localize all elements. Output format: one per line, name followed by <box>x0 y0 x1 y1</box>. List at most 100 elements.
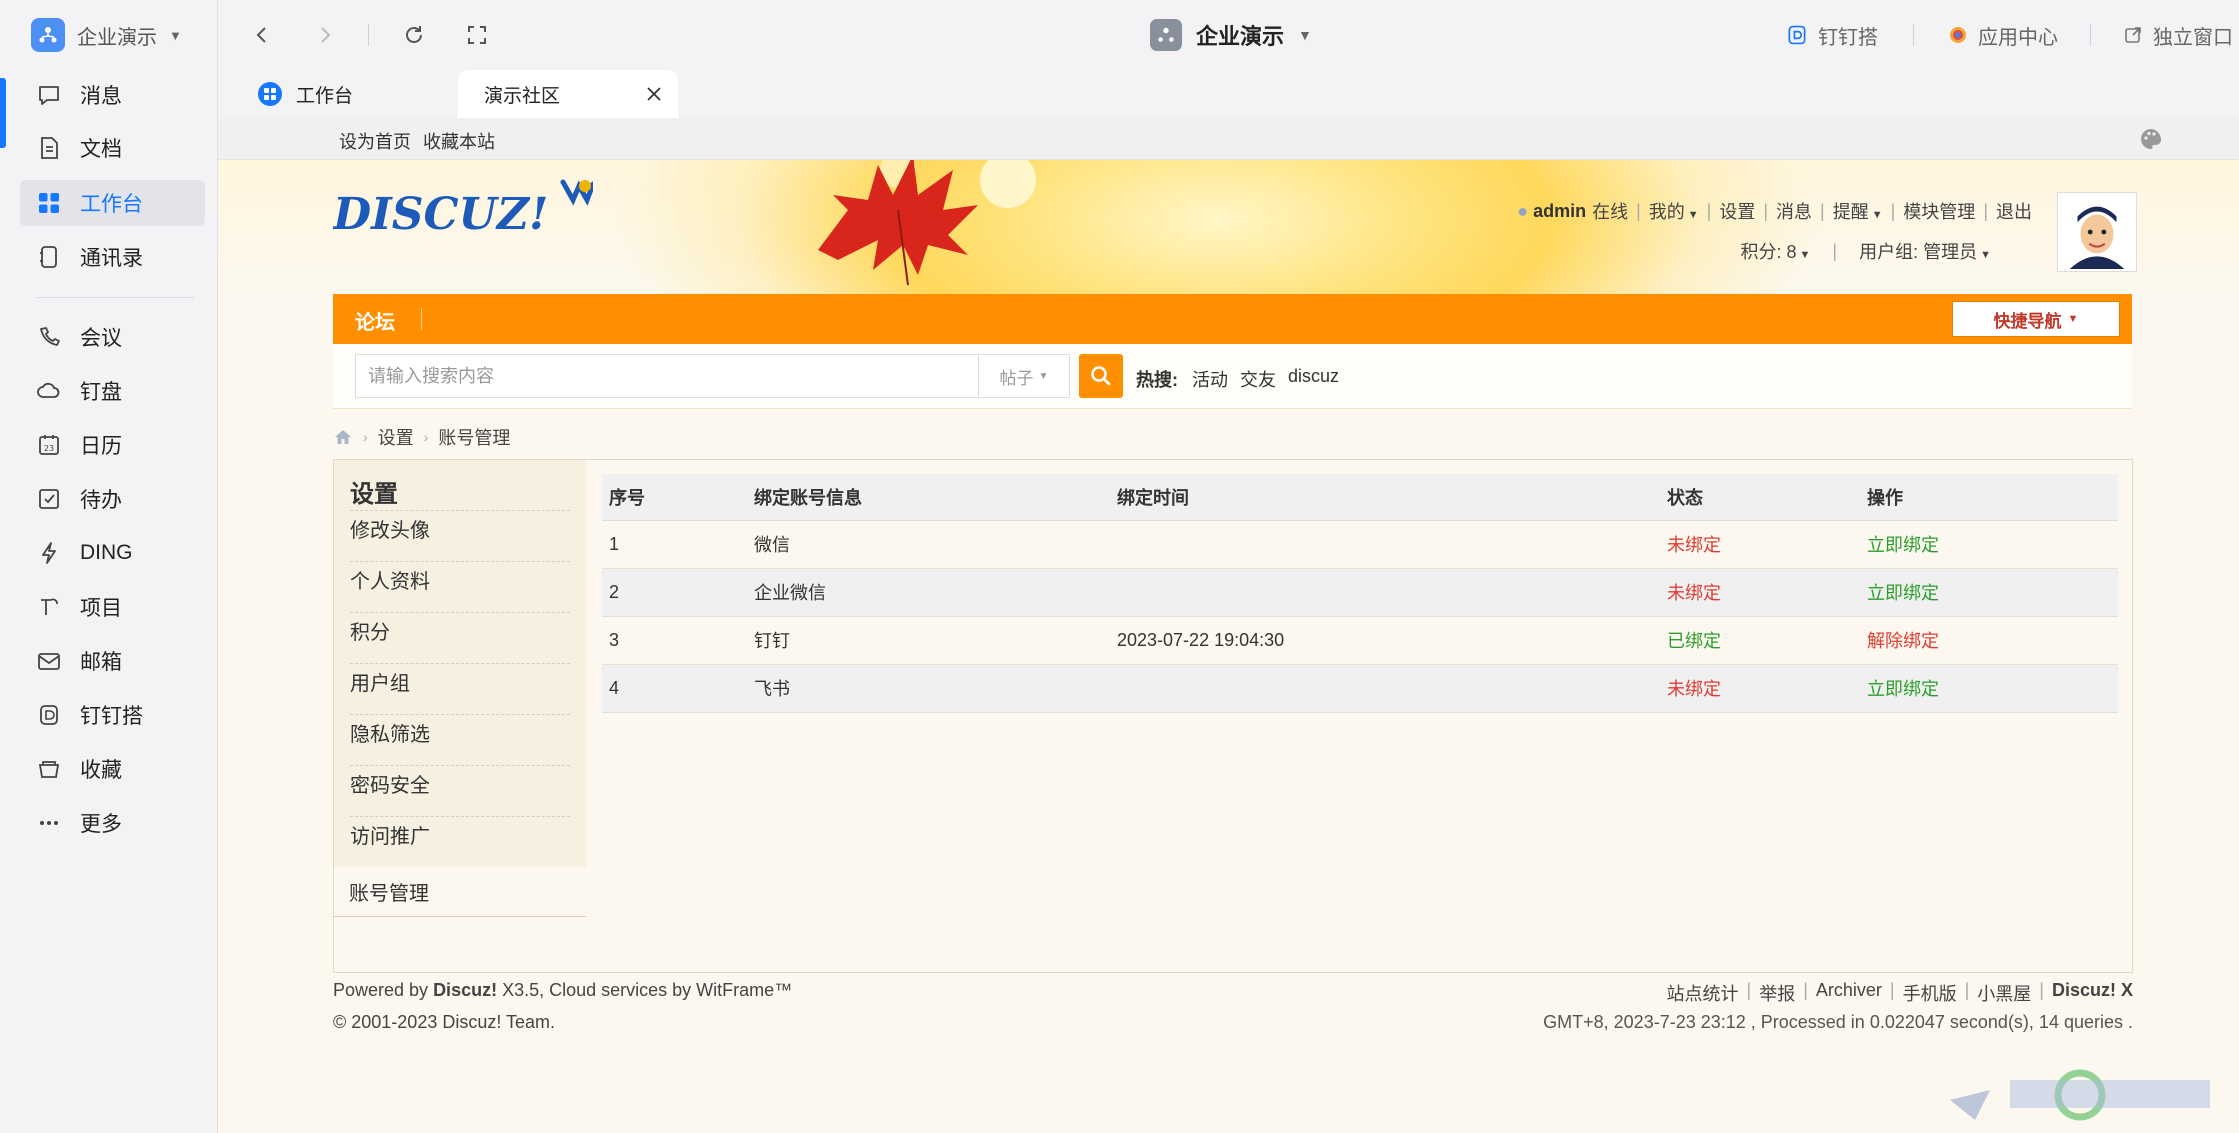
column-header: 序号 <box>602 474 747 521</box>
caret-down-icon: ▼ <box>1980 249 1991 261</box>
refresh-button[interactable] <box>399 20 429 50</box>
user-group-menu[interactable]: 用户组: 管理员 ▼ <box>1859 238 1991 264</box>
my-menu[interactable]: 我的 ▼ <box>1649 198 1699 224</box>
app-center-link[interactable]: 应用中心 <box>1948 20 2058 50</box>
caret-down-icon: ▼ <box>1799 249 1811 261</box>
footer-link-stats[interactable]: 站点统计 <box>1667 980 1739 1006</box>
avatar[interactable] <box>2057 192 2137 272</box>
fullscreen-button[interactable] <box>462 20 492 50</box>
org-switcher[interactable]: 企业演示 ▼ <box>31 17 182 53</box>
site-footer: Powered by Discuz! X3.5, Cloud services … <box>333 980 2133 1040</box>
close-icon[interactable] <box>644 84 664 104</box>
logout-link[interactable]: 退出 <box>1996 198 2032 224</box>
document-icon <box>41 137 58 159</box>
sidebar-item-docs[interactable]: 文档 <box>20 125 205 171</box>
forward-button[interactable] <box>310 20 340 50</box>
breadcrumb: › 设置 › 账号管理 <box>333 422 510 452</box>
column-header: 状态 <box>1660 474 1860 521</box>
username-link[interactable]: admin <box>1533 201 1586 222</box>
settings-link[interactable]: 设置 <box>1719 198 1755 224</box>
footer-link-blackroom[interactable]: 小黑屋 <box>1977 980 2031 1006</box>
row-number: 2 <box>602 568 747 617</box>
breadcrumb-settings[interactable]: 设置 <box>378 424 414 450</box>
menu-item-points[interactable]: 积分 <box>350 612 570 648</box>
sidebar-item-favorites[interactable]: 收藏 <box>20 746 205 792</box>
app-sidebar: 企业演示 ▼ 消息 文档 工作台 通讯录 会议 钉盘 23 日历 待办 DING <box>0 0 218 1133</box>
sidebar-item-calendar[interactable]: 23 日历 <box>20 422 205 468</box>
sidebar-item-label: 更多 <box>80 813 122 836</box>
quick-nav-button[interactable]: 快捷导航 ▼ <box>1952 301 2120 337</box>
sidebar-item-project[interactable]: 项目 <box>20 584 205 630</box>
sidebar-item-drive[interactable]: 钉盘 <box>20 368 205 414</box>
tab-demo-community[interactable]: 演示社区 <box>458 70 678 118</box>
sidebar-item-messages[interactable]: 消息 <box>20 72 205 118</box>
active-indicator <box>0 78 6 148</box>
account-name: 飞书 <box>747 664 1110 713</box>
sidebar-item-meeting[interactable]: 会议 <box>20 314 205 360</box>
column-header: 操作 <box>1860 474 2118 521</box>
sidebar-item-label: 通讯录 <box>80 247 143 270</box>
sidebar-item-todo[interactable]: 待办 <box>20 476 205 522</box>
tab-label: 工作台 <box>296 85 354 107</box>
menu-item-profile[interactable]: 个人资料 <box>350 561 570 597</box>
sidebar-item-workbench[interactable]: 工作台 <box>20 180 205 226</box>
processing-stats: GMT+8, 2023-7-23 23:12 , Processed in 0.… <box>1543 1012 2133 1032</box>
sidebar-item-label: 待办 <box>80 489 122 512</box>
dingda-link[interactable]: 钉钉搭 <box>1786 20 1878 50</box>
row-number: 4 <box>602 664 747 713</box>
footer-brand[interactable]: Discuz! X <box>2052 980 2133 1006</box>
dingda-link-label: 钉钉搭 <box>1818 26 1878 49</box>
watermark-logo <box>1950 1069 2210 1121</box>
messages-link[interactable]: 消息 <box>1776 198 1812 224</box>
standalone-window-link[interactable]: 独立窗口 <box>2123 20 2233 50</box>
caret-down-icon: ▼ <box>1687 209 1699 221</box>
menu-item-usergroup[interactable]: 用户组 <box>350 663 570 699</box>
footer-link-mobile[interactable]: 手机版 <box>1903 980 1957 1006</box>
settings-menu-title: 设置 <box>350 481 398 508</box>
menu-item-privacy[interactable]: 隐私筛选 <box>350 714 570 750</box>
search-button[interactable] <box>1079 354 1123 398</box>
hot-search-term[interactable]: 活动 <box>1192 366 1228 392</box>
discuz-link[interactable]: Discuz! <box>433 980 497 1000</box>
sidebar-item-mail[interactable]: 邮箱 <box>20 638 205 684</box>
home-icon[interactable] <box>333 427 353 447</box>
menu-item-promotion[interactable]: 访问推广 <box>350 816 570 852</box>
bind-now-link[interactable]: 立即绑定 <box>1860 520 2118 569</box>
sidebar-item-more[interactable]: 更多 <box>20 800 205 846</box>
hot-search-term[interactable]: discuz <box>1288 366 1339 392</box>
set-homepage-link[interactable]: 设为首页 <box>339 128 411 154</box>
webpage-content: DISCUZ! ● admin 在线 | 我的 ▼ | 设置 | 消息 | 提醒 ▼… <box>218 160 2239 1133</box>
sidebar-item-contacts[interactable]: 通讯录 <box>20 234 205 280</box>
sidebar-item-dingda[interactable]: 钉钉搭 <box>20 692 205 738</box>
bind-now-link[interactable]: 立即绑定 <box>1860 664 2118 713</box>
nav-forum-link[interactable]: 论坛 <box>355 306 395 335</box>
unbind-link[interactable]: 解除绑定 <box>1860 616 2118 665</box>
palette-icon[interactable] <box>2139 127 2163 151</box>
search-type-select[interactable]: 帖子 ▼ <box>978 354 1070 398</box>
reminders-menu[interactable]: 提醒 ▼ <box>1833 198 1883 224</box>
nav-divider <box>421 308 422 330</box>
search-input[interactable] <box>355 354 978 398</box>
back-button[interactable] <box>247 20 277 50</box>
bookmark-site-link[interactable]: 收藏本站 <box>423 128 495 154</box>
sidebar-item-ding[interactable]: DING <box>20 530 205 576</box>
footer-link-archiver[interactable]: Archiver <box>1816 980 1882 1006</box>
hot-search-term[interactable]: 交友 <box>1240 366 1276 392</box>
bind-time <box>1110 664 1660 713</box>
window-title[interactable]: 企业演示 ▼ <box>1150 16 1312 54</box>
footer-link-report[interactable]: 举报 <box>1759 980 1795 1006</box>
menu-item-avatar[interactable]: 修改头像 <box>350 510 570 546</box>
row-number: 1 <box>602 520 747 569</box>
site-logo[interactable]: DISCUZ! <box>333 174 593 244</box>
menu-item-account-management[interactable]: 账号管理 <box>334 867 586 917</box>
hot-search: 热搜: 活动 交友 discuz <box>1136 366 1339 392</box>
bind-now-link[interactable]: 立即绑定 <box>1860 568 2118 617</box>
column-header: 绑定账号信息 <box>747 474 1110 521</box>
module-management-link[interactable]: 模块管理 <box>1903 198 1975 224</box>
points-menu[interactable]: 积分: 8 ▼ <box>1741 238 1811 264</box>
menu-item-password[interactable]: 密码安全 <box>350 765 570 801</box>
search-icon <box>1091 366 1111 386</box>
tab-workbench[interactable]: 工作台 <box>218 70 458 118</box>
standalone-window-label: 独立窗口 <box>2153 26 2233 49</box>
toolbar-divider <box>368 24 369 46</box>
